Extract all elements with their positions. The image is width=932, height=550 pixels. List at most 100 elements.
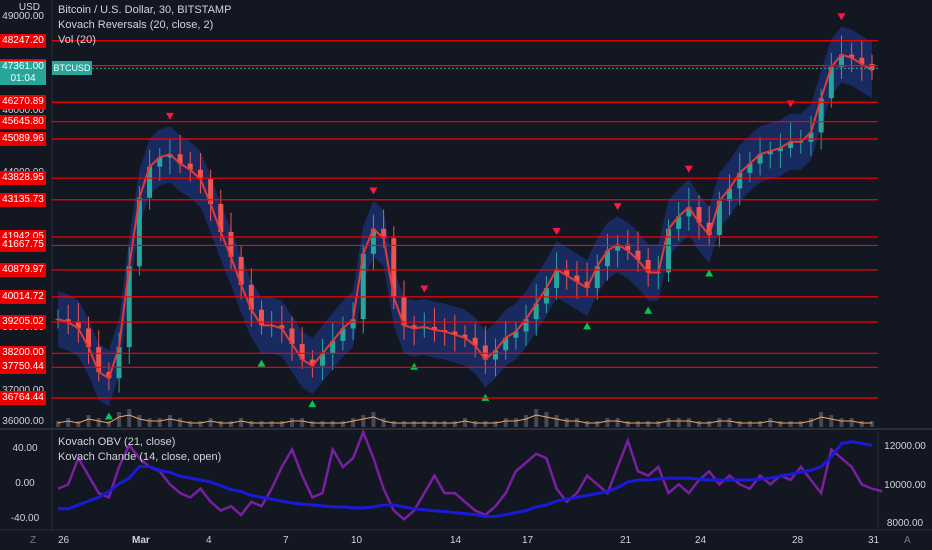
volume-bar	[808, 418, 813, 427]
time-tick-label: 28	[792, 535, 804, 546]
price-tick-label: 36000.00	[2, 415, 44, 427]
chande-tick-label: 40.00	[12, 443, 38, 455]
volume-bar	[483, 421, 488, 427]
time-tick-label: 10	[351, 535, 363, 546]
volume-bar	[401, 421, 406, 427]
volume-bar	[96, 418, 101, 427]
volume-bar	[625, 421, 630, 427]
level-price-tag: 37750.44	[0, 360, 46, 375]
volume-bar	[127, 409, 132, 427]
time-tick-label: 14	[450, 535, 462, 546]
volume-bar	[208, 418, 213, 427]
volume-bar	[422, 421, 427, 427]
volume-bar	[320, 421, 325, 427]
volume-bar	[585, 421, 590, 427]
chande-tick-label: -40.00	[10, 513, 40, 525]
volume-bar	[473, 421, 478, 427]
level-price-tag: 38200.00	[0, 346, 46, 361]
time-tick-label: 26	[58, 535, 70, 546]
level-price-tag: 41667.75	[0, 238, 46, 253]
volume-bar	[86, 415, 91, 427]
volume-bar	[534, 409, 539, 427]
volume-bar	[798, 421, 803, 427]
volume-bar	[330, 421, 335, 427]
time-tick-label: Mar	[132, 535, 150, 546]
volume-bar	[737, 421, 742, 427]
volume-bar	[717, 418, 722, 427]
volume-bar	[727, 418, 732, 427]
volume-bar	[117, 412, 122, 427]
indicator-kovach-obv[interactable]: Kovach OBV (21, close)	[58, 435, 221, 450]
volume-bar	[564, 418, 569, 427]
volume-bar	[747, 421, 752, 427]
volume-bar	[76, 421, 81, 427]
volume-bar	[147, 418, 152, 427]
volume-bar	[493, 421, 498, 427]
volume-bar	[290, 418, 295, 427]
volume-bar	[340, 421, 345, 427]
volume-bar	[442, 421, 447, 427]
level-price-tag: 40014.72	[0, 289, 46, 304]
volume-bar	[66, 418, 71, 427]
volume-bar	[544, 412, 549, 427]
time-tick-label: 21	[620, 535, 632, 546]
volume-bar	[218, 421, 223, 427]
level-price-tag: 45645.80	[0, 114, 46, 129]
volume-bar	[849, 418, 854, 427]
time-tick-label: 24	[695, 535, 707, 546]
volume-bar	[666, 418, 671, 427]
volume-bar	[574, 418, 579, 427]
volume-bar	[452, 421, 457, 427]
obv-tick-label: 12000.00	[884, 441, 926, 453]
volume-bar	[524, 415, 529, 427]
level-price-tag: 40879.97	[0, 262, 46, 277]
volume-bar	[768, 418, 773, 427]
volume-bar	[188, 421, 193, 427]
volume-bar	[503, 418, 508, 427]
volume-bar	[605, 418, 610, 427]
level-price-tag: 45089.96	[0, 131, 46, 146]
volume-bar	[351, 418, 356, 427]
oscillator-legend: Kovach OBV (21, close) Kovach Chande (14…	[58, 435, 221, 465]
indicator-kovach-chande[interactable]: Kovach Chande (14, close, open)	[58, 450, 221, 465]
volume-bar	[829, 415, 834, 427]
volume-bar	[137, 415, 142, 427]
volume-bar	[676, 418, 681, 427]
chande-tick-label: 0.00	[15, 478, 35, 490]
countdown-timer: 01:04	[10, 73, 36, 85]
volume-bar	[279, 421, 284, 427]
indicator-volume[interactable]: Vol (20)	[58, 33, 231, 48]
volume-bar	[310, 421, 315, 427]
level-price-tag: 46270.89	[0, 95, 46, 110]
indicator-kovach-reversals[interactable]: Kovach Reversals (20, close, 2)	[58, 18, 231, 33]
time-tick-label: 17	[522, 535, 534, 546]
volume-bar	[635, 421, 640, 427]
ticker-badge: BTCUSD	[52, 61, 92, 76]
volume-bar	[554, 415, 559, 427]
level-price-tag: 43135.73	[0, 192, 46, 207]
current-price-tag: 47361.00 01:04	[0, 61, 46, 86]
volume-bar	[412, 421, 417, 427]
volume-bar	[178, 418, 183, 427]
volume-bar	[656, 421, 661, 427]
volume-bar	[707, 421, 712, 427]
volume-bar	[269, 421, 274, 427]
price-tick-label: 49000.00	[2, 11, 44, 23]
volume-bar	[758, 421, 763, 427]
timezone-toggle[interactable]: Z	[30, 535, 36, 546]
volume-bar	[300, 418, 305, 427]
symbol-title[interactable]: Bitcoin / U.S. Dollar, 30, BITSTAMP	[58, 3, 231, 18]
volume-bar	[686, 418, 691, 427]
auto-scale-toggle[interactable]: A	[904, 535, 911, 546]
volume-bar	[167, 415, 172, 427]
volume-bar	[819, 412, 824, 427]
volume-bar	[391, 421, 396, 427]
volume-bar	[595, 421, 600, 427]
chart-canvas[interactable]	[0, 0, 932, 550]
volume-bar	[157, 418, 162, 427]
volume-bar	[56, 421, 60, 427]
obv-tick-label: 10000.00	[884, 479, 926, 491]
time-tick-label: 7	[283, 535, 289, 546]
volume-bar	[615, 418, 620, 427]
current-price-value: 47361.00	[2, 61, 44, 73]
